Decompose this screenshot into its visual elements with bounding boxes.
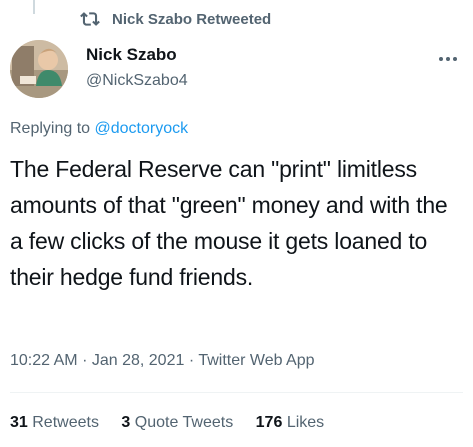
meta-separator: · — [82, 352, 88, 369]
tweet-time[interactable]: 10:22 AM — [10, 352, 78, 369]
reply-target-link[interactable]: @doctoryock — [95, 120, 189, 137]
author-handle[interactable]: @NickSzabo4 — [86, 70, 188, 92]
retweet-indicator: Nick Szabo Retweeted — [80, 8, 271, 30]
avatar[interactable] — [10, 40, 68, 98]
retweets-count: 31 — [10, 414, 28, 431]
tweet-stats: 31 Retweets 3 Quote Tweets 176 Likes — [10, 412, 324, 434]
author-name[interactable]: Nick Szabo — [86, 44, 177, 66]
divider — [10, 392, 463, 393]
likes-count: 176 — [255, 414, 283, 431]
tweet-meta: 10:22 AM · Jan 28, 2021 · Twitter Web Ap… — [10, 350, 315, 372]
likes-label: Likes — [286, 414, 325, 431]
retweeted-by-label[interactable]: Nick Szabo Retweeted — [112, 11, 271, 28]
tweet-text: The Federal Reserve can "print" limitles… — [10, 156, 448, 290]
tweet-date[interactable]: Jan 28, 2021 — [92, 352, 185, 369]
retweets-stat[interactable]: 31 Retweets — [10, 414, 99, 431]
more-horizontal-icon[interactable] — [437, 52, 459, 64]
quote-tweets-count: 3 — [121, 414, 131, 431]
meta-separator: · — [188, 352, 195, 369]
reply-prefix: Replying to — [10, 120, 91, 137]
retweets-label: Retweets — [32, 414, 99, 431]
retweet-icon — [80, 9, 100, 29]
quote-tweets-stat[interactable]: 3 Quote Tweets — [121, 414, 233, 431]
reply-context: Replying to @doctoryock — [10, 118, 188, 140]
likes-stat[interactable]: 176 Likes — [256, 414, 325, 431]
thread-line — [33, 0, 35, 14]
quote-tweets-label: Quote Tweets — [134, 414, 234, 431]
tweet-source[interactable]: Twitter Web App — [198, 352, 314, 369]
